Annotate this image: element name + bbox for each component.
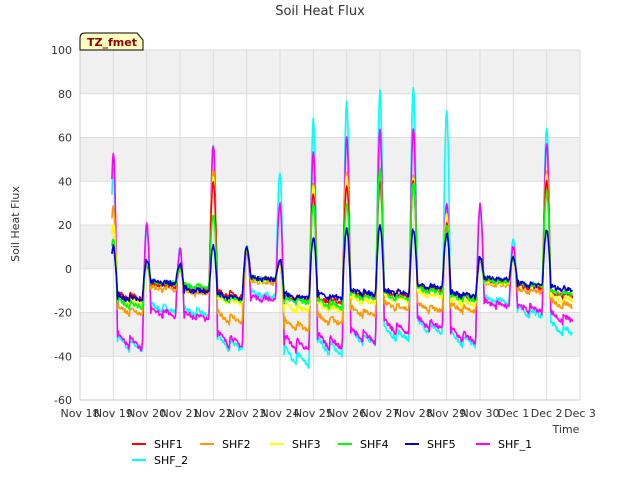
legend-label: SHF_1 (498, 438, 532, 451)
x-axis-label: Time (552, 423, 580, 436)
y-tick-label: 100 (51, 44, 72, 57)
y-tick-label: 60 (58, 132, 72, 145)
x-tick-label: Dec 2 (531, 407, 563, 420)
site-tag: TZ_fmet (79, 32, 144, 51)
legend-label: SHF4 (360, 438, 389, 451)
x-tick-label: Nov 30 (461, 407, 500, 420)
grid-band (80, 225, 580, 269)
site-tag-label: TZ_fmet (87, 36, 137, 49)
y-tick-label: -40 (54, 350, 72, 363)
legend-label: SHF_2 (154, 454, 188, 467)
y-tick-label: 20 (58, 219, 72, 232)
legend-label: SHF1 (154, 438, 183, 451)
soil-heat-flux-chart: Soil Heat Flux -60 -40 -20 0 20 40 60 80 100 Nov … (0, 0, 640, 480)
x-tick-label: Dec 3 (564, 407, 596, 420)
grid-band (80, 137, 580, 182)
legend-label: SHF5 (427, 438, 456, 451)
y-tick-label: 0 (65, 263, 72, 276)
y-tick-label: -60 (54, 394, 72, 407)
y-tick-label: 40 (58, 175, 72, 188)
legend-label: SHF2 (222, 438, 251, 451)
legend-label: SHF3 (292, 438, 321, 451)
y-tick-label: 80 (58, 88, 72, 101)
x-tick-label: Dec 1 (497, 407, 529, 420)
y-axis-label: Soil Heat Flux (9, 186, 22, 262)
grid-band (80, 50, 580, 94)
y-tick-label: -20 (54, 307, 72, 320)
chart-title: Soil Heat Flux (275, 4, 365, 19)
